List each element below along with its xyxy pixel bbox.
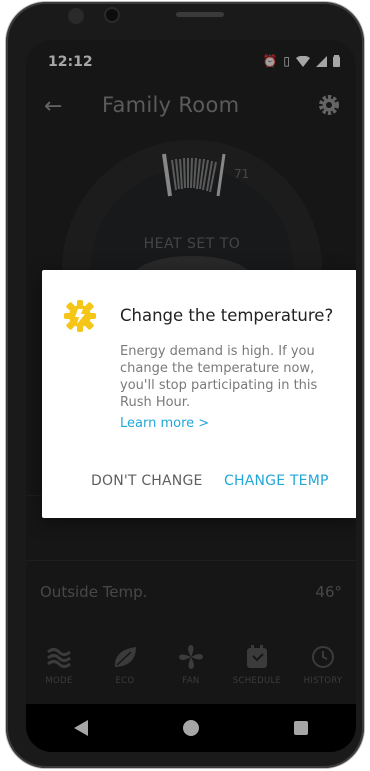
earpiece-speaker (176, 12, 224, 17)
front-camera (106, 9, 118, 21)
rush-hour-icon (64, 300, 96, 332)
phone-frame: 12:12 ⏰ ▯ ← Family Room 71 HEAT SET TO O… (6, 2, 364, 768)
dialog-title: Change the temperature? (120, 306, 334, 325)
learn-more-link[interactable]: Learn more > (120, 416, 209, 431)
change-temp-button[interactable]: CHANGE TEMP (224, 473, 329, 489)
dont-change-button[interactable]: DON'T CHANGE (91, 473, 203, 489)
change-temp-dialog: Change the temperature? Energy demand is… (42, 270, 356, 518)
proximity-sensor (68, 8, 84, 24)
dialog-body: Energy demand is high. If you change the… (120, 344, 318, 410)
screen: 12:12 ⏰ ▯ ← Family Room 71 HEAT SET TO O… (26, 40, 356, 752)
